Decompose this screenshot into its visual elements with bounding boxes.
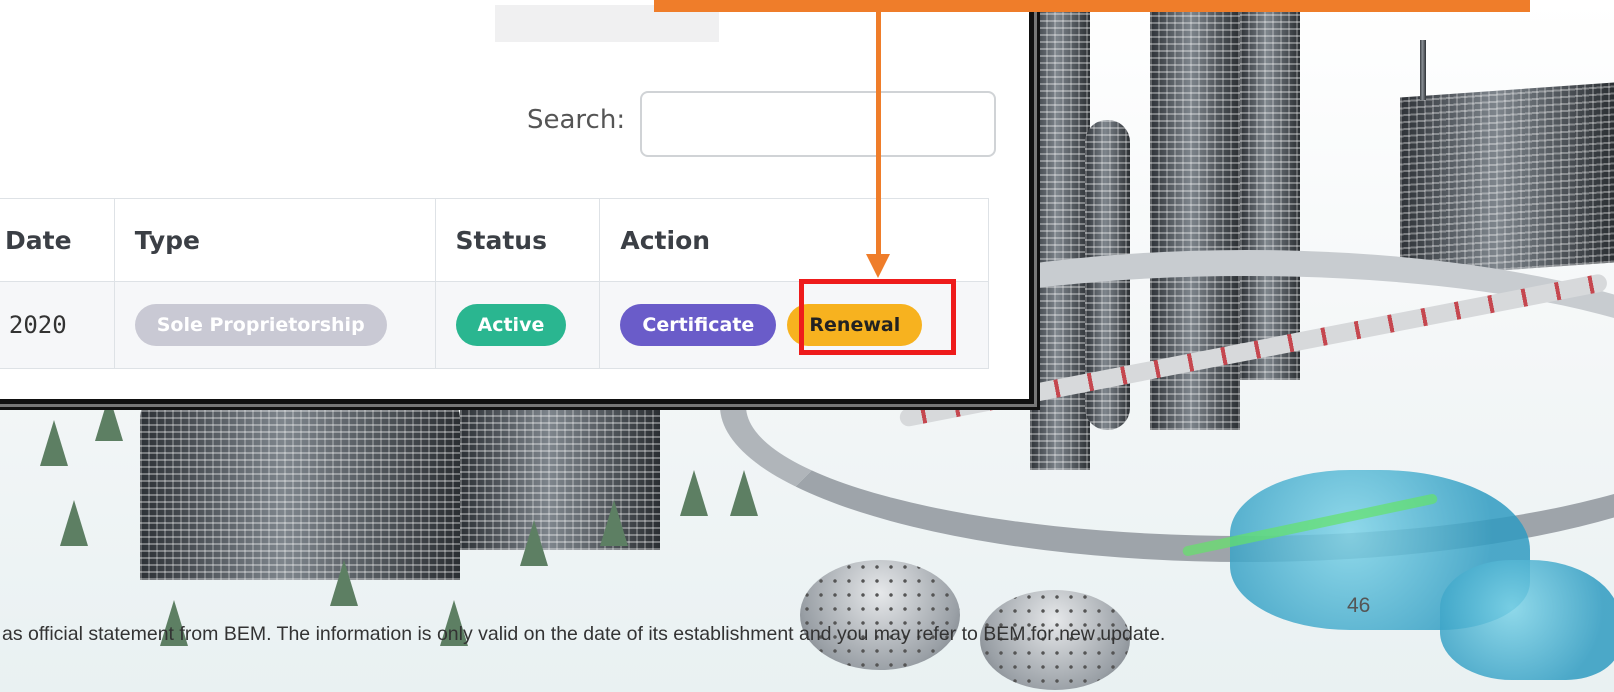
expiry-date-cell: c 2020 [0,311,67,339]
annotation-bar [654,0,1530,12]
type-badge: Sole Proprietorship [134,304,387,346]
column-header-type[interactable]: Type [113,198,436,282]
column-header-status[interactable]: Status [434,198,601,282]
renewal-highlight-box [799,279,956,355]
column-header-action[interactable]: Action [599,198,989,282]
page-number: 46 [1347,594,1371,617]
column-header-expiry-date[interactable]: y Date [0,198,115,282]
search-label: Search: [527,105,626,135]
status-badge: Active [455,304,567,346]
certificate-button[interactable]: Certificate [620,304,777,346]
table-header-row: y Date Type Status Action [0,198,989,282]
disclaimer-footer: as official statement from BEM. The info… [2,623,1166,645]
annotation-line [876,12,881,256]
arrow-head-icon [866,254,890,278]
search-input[interactable] [640,91,996,157]
